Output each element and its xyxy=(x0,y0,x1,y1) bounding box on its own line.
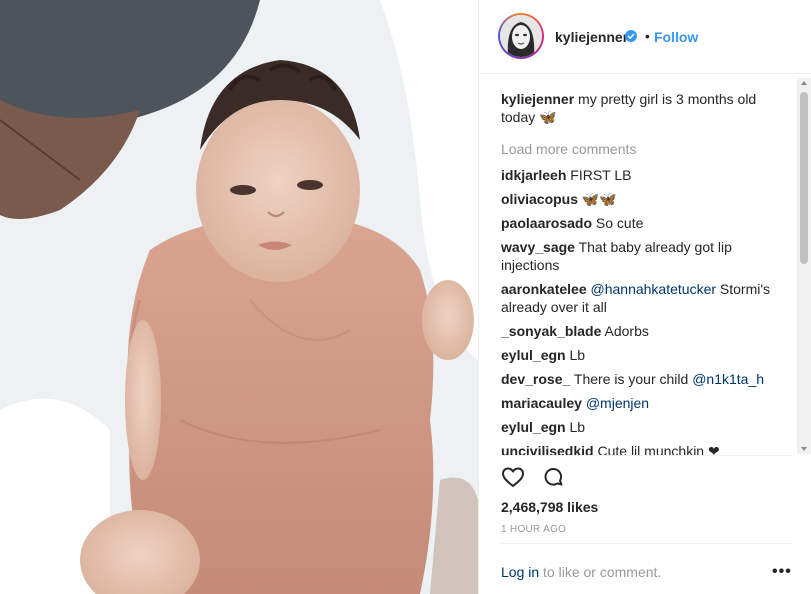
post-photo[interactable] xyxy=(0,0,478,594)
caption: kyliejenner my pretty girl is 3 months o… xyxy=(501,90,791,126)
heart-icon[interactable] xyxy=(501,465,525,489)
actions-divider xyxy=(501,455,791,456)
comment-username[interactable]: wavy_sage xyxy=(501,239,575,255)
login-prompt: Log in to like or comment. xyxy=(501,564,661,580)
comment-username[interactable]: _sonyak_blade xyxy=(501,323,601,339)
comment-item: aaronkatelee @hannahkatetucker Stormi's … xyxy=(501,280,791,316)
comment-mention[interactable]: @mjenjen xyxy=(586,395,649,411)
comment-item: uncivilisedkid Cute lil munchkin ❤ xyxy=(501,442,791,456)
comment-item: _sonyak_blade Adorbs xyxy=(501,322,791,340)
comment-text: FIRST LB xyxy=(570,167,632,183)
baby-photo-image xyxy=(0,0,478,594)
post-header: kyliejenner • Follow xyxy=(479,0,811,74)
verified-badge-icon xyxy=(625,30,637,42)
comment-username[interactable]: oliviacopus xyxy=(501,191,578,207)
scroll-down-arrow-icon[interactable] xyxy=(801,447,807,451)
comments-scrollbar[interactable] xyxy=(797,78,811,454)
comment-text: Lb xyxy=(569,419,586,435)
more-options-icon[interactable]: ••• xyxy=(772,563,792,581)
comment-username[interactable]: dev_rose_ xyxy=(501,371,570,387)
login-prompt-text: to like or comment. xyxy=(539,564,662,580)
comment-mention[interactable]: @hannahkatetucker xyxy=(591,281,717,297)
follow-button[interactable]: Follow xyxy=(654,29,698,45)
comment-item: dev_rose_ There is your child @n1k1ta_h xyxy=(501,370,791,388)
comment-item: wavy_sage That baby already got lip inje… xyxy=(501,238,791,274)
load-more-comments-link[interactable]: Load more comments xyxy=(501,140,791,158)
comment-username[interactable]: idkjarleeh xyxy=(501,167,566,183)
caption-username[interactable]: kyliejenner xyxy=(501,91,574,107)
avatar-image xyxy=(500,15,542,57)
comment-text: There is your child xyxy=(573,371,689,387)
comment-text: So cute xyxy=(595,215,644,231)
comment-icon[interactable] xyxy=(541,465,565,489)
scroll-up-arrow-icon[interactable] xyxy=(801,81,807,85)
header-separator: • xyxy=(645,28,650,44)
likes-count[interactable]: 2,468,798 likes xyxy=(501,499,598,515)
comment-item: mariacauley @mjenjen xyxy=(501,394,791,412)
comment-text: Adorbs xyxy=(604,323,649,339)
post-details-panel: kyliejenner • Follow kyliejenner my pret… xyxy=(479,0,811,594)
comment-username[interactable]: mariacauley xyxy=(501,395,582,411)
login-divider xyxy=(501,543,791,544)
comment-item: paolaarosado So cute xyxy=(501,214,791,232)
post-timestamp[interactable]: 1 HOUR AGO xyxy=(501,524,566,535)
comment-mention[interactable]: @n1k1ta_h xyxy=(692,371,764,387)
comment-username[interactable]: eylul_egn xyxy=(501,419,566,435)
comment-item: eylul_egn Lb xyxy=(501,418,791,436)
comment-text: 🦋🦋 xyxy=(581,191,617,207)
header-username[interactable]: kyliejenner xyxy=(555,29,628,45)
story-ring[interactable] xyxy=(498,13,544,59)
comment-item: oliviacopus 🦋🦋 xyxy=(501,190,791,208)
avatar[interactable] xyxy=(500,15,542,57)
comment-username[interactable]: eylul_egn xyxy=(501,347,566,363)
scroll-thumb[interactable] xyxy=(800,92,808,264)
comment-username[interactable]: paolaarosado xyxy=(501,215,592,231)
comments-list[interactable]: kyliejenner my pretty girl is 3 months o… xyxy=(501,80,791,456)
comment-username[interactable]: aaronkatelee xyxy=(501,281,587,297)
comment-text: Lb xyxy=(569,347,586,363)
comment-item: idkjarleeh FIRST LB xyxy=(501,166,791,184)
comment-item: eylul_egn Lb xyxy=(501,346,791,364)
login-link[interactable]: Log in xyxy=(501,564,539,580)
